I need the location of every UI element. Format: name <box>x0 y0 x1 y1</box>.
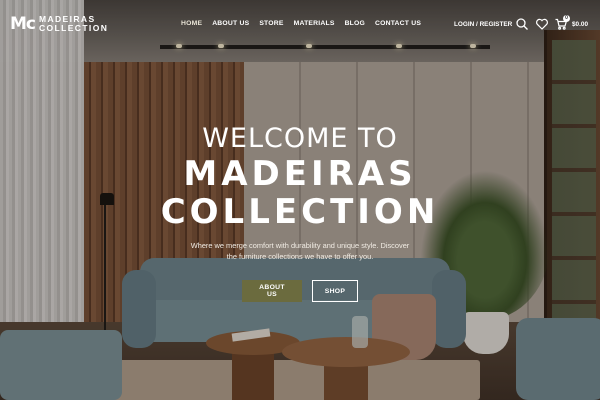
hero-title: MADEIRAS COLLECTION <box>0 156 600 230</box>
hero-eyebrow: WELCOME TO <box>202 123 398 154</box>
hero-title-line1: MADEIRAS <box>183 154 417 194</box>
about-us-button[interactable]: ABOUT US <box>242 280 302 302</box>
nav-item-contact-us[interactable]: CONTACT US <box>375 20 421 27</box>
hero-subtitle-line2: the furniture collections we have to off… <box>226 252 374 261</box>
login-register-link[interactable]: LOGIN / REGISTER <box>454 21 512 28</box>
logo-text-line2: COLLECTION <box>39 23 109 33</box>
hero-title-line2: COLLECTION <box>160 192 440 232</box>
nav-item-home[interactable]: HOME <box>181 20 202 27</box>
nav-item-materials[interactable]: MATERIALS <box>294 20 335 27</box>
logo-mark: Mc <box>10 13 36 34</box>
main-nav: HOME ABOUT US STORE MATERIALS BLOG CONTA… <box>181 20 421 27</box>
heart-icon[interactable] <box>535 17 549 31</box>
site-header: Mc MADEIRAS COLLECTION HOME ABOUT US STO… <box>0 0 600 50</box>
logo-text: MADEIRAS COLLECTION <box>39 15 108 33</box>
shop-button[interactable]: SHOP <box>312 280 358 302</box>
nav-item-about-us[interactable]: ABOUT US <box>212 20 249 27</box>
hero-section: Mc MADEIRAS COLLECTION HOME ABOUT US STO… <box>0 0 600 400</box>
hero-cta-row: ABOUT US SHOP <box>0 280 600 302</box>
nav-item-store[interactable]: STORE <box>259 20 283 27</box>
brand-logo[interactable]: Mc MADEIRAS COLLECTION <box>10 15 108 33</box>
hero-content: WELCOME TO MADEIRAS COLLECTION Where we … <box>0 124 600 302</box>
hero-subtitle: Where we merge comfort with durability a… <box>170 240 430 262</box>
search-icon[interactable] <box>515 17 529 31</box>
hero-subtitle-line1: Where we merge comfort with durability a… <box>190 241 410 250</box>
cart-total[interactable]: $0.00 <box>572 21 588 28</box>
cart-count-badge: 0 <box>563 15 570 22</box>
nav-item-blog[interactable]: BLOG <box>345 20 365 27</box>
